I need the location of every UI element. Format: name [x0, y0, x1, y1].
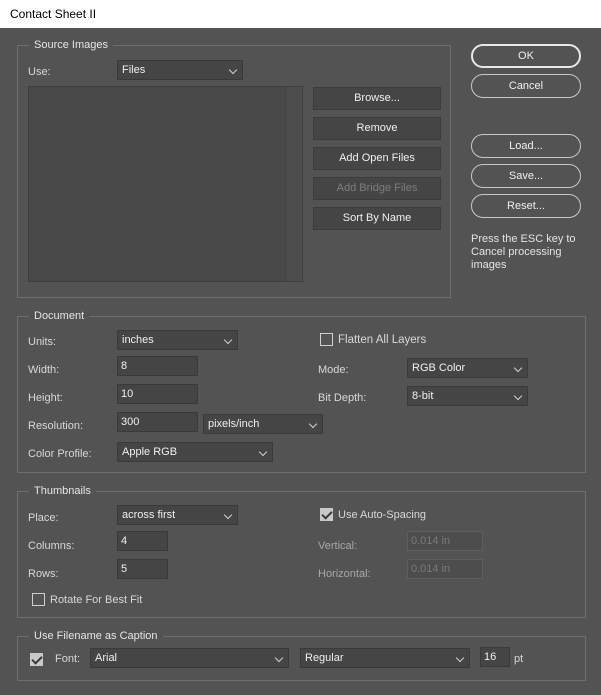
- width-field[interactable]: 8: [117, 356, 198, 376]
- width-label: Width:: [28, 364, 60, 376]
- rotate-checkbox[interactable]: [32, 593, 45, 606]
- source-files-list[interactable]: [28, 86, 303, 282]
- chevron-down-icon: [228, 65, 238, 75]
- window-title: Contact Sheet II: [0, 0, 601, 28]
- vertical-field: 0.014 in: [407, 531, 483, 551]
- font-dropdown[interactable]: Arial: [90, 648, 289, 668]
- units-dropdown[interactable]: inches: [117, 330, 238, 350]
- browse-button[interactable]: Browse...: [313, 87, 441, 110]
- add-bridge-files-button: Add Bridge Files: [313, 177, 441, 200]
- save-button[interactable]: Save...: [471, 164, 581, 188]
- use-value: Files: [122, 64, 146, 76]
- font-size-field[interactable]: 16: [480, 647, 510, 667]
- use-label: Use:: [28, 66, 51, 78]
- units-label: Units:: [28, 336, 57, 348]
- chevron-down-icon: [455, 653, 465, 663]
- horizontal-label: Horizontal:: [318, 568, 371, 580]
- mode-dropdown[interactable]: RGB Color: [407, 358, 528, 378]
- font-style-value: Regular: [305, 652, 344, 664]
- vertical-label: Vertical:: [318, 540, 358, 552]
- color-profile-value: Apple RGB: [122, 446, 178, 458]
- height-label: Height:: [28, 392, 63, 404]
- sort-by-name-button[interactable]: Sort By Name: [313, 207, 441, 230]
- units-value: inches: [122, 334, 154, 346]
- horizontal-field: 0.014 in: [407, 559, 483, 579]
- source-images-legend: Source Images: [29, 39, 113, 51]
- caption-checkbox[interactable]: [30, 653, 43, 666]
- add-open-files-button[interactable]: Add Open Files: [313, 147, 441, 170]
- font-style-dropdown[interactable]: Regular: [300, 648, 470, 668]
- load-button[interactable]: Load...: [471, 134, 581, 158]
- chevron-down-icon: [513, 391, 523, 401]
- reset-button[interactable]: Reset...: [471, 194, 581, 218]
- chevron-down-icon: [308, 419, 318, 429]
- chevron-down-icon: [223, 510, 233, 520]
- resolution-unit-value: pixels/inch: [208, 418, 260, 430]
- font-label: Font:: [55, 653, 81, 665]
- color-profile-dropdown[interactable]: Apple RGB: [117, 442, 273, 462]
- rotate-label: Rotate For Best Fit: [50, 594, 143, 606]
- chevron-down-icon: [513, 363, 523, 373]
- mode-value: RGB Color: [412, 362, 466, 374]
- resolution-field[interactable]: 300: [117, 412, 198, 432]
- thumbnails-legend: Thumbnails: [29, 485, 96, 497]
- chevron-down-icon: [223, 335, 233, 345]
- use-dropdown[interactable]: Files: [117, 60, 243, 80]
- remove-button[interactable]: Remove: [313, 117, 441, 140]
- cancel-button[interactable]: Cancel: [471, 74, 581, 98]
- mode-label: Mode:: [318, 364, 349, 376]
- font-size-unit: pt: [514, 653, 524, 665]
- rows-field[interactable]: 5: [117, 559, 168, 579]
- flatten-checkbox[interactable]: [320, 333, 333, 346]
- chevron-down-icon: [274, 653, 284, 663]
- bit-depth-value: 8-bit: [412, 390, 434, 402]
- font-value: Arial: [95, 652, 118, 664]
- height-field[interactable]: 10: [117, 384, 198, 404]
- rows-label: Rows:: [28, 568, 59, 580]
- bit-depth-label: Bit Depth:: [318, 392, 367, 404]
- columns-field[interactable]: 4: [117, 531, 168, 551]
- flatten-label: Flatten All Layers: [338, 334, 427, 346]
- list-scrollbar[interactable]: [285, 87, 302, 281]
- resolution-label: Resolution:: [28, 420, 84, 432]
- ok-button[interactable]: OK: [471, 44, 581, 68]
- document-legend: Document: [29, 310, 90, 322]
- chevron-down-icon: [258, 447, 268, 457]
- place-label: Place:: [28, 512, 59, 524]
- place-value: across first: [122, 509, 176, 521]
- place-dropdown[interactable]: across first: [117, 505, 238, 525]
- caption-legend: Use Filename as Caption: [29, 630, 163, 642]
- resolution-unit-dropdown[interactable]: pixels/inch: [203, 414, 323, 434]
- columns-label: Columns:: [28, 540, 75, 552]
- bit-depth-dropdown[interactable]: 8-bit: [407, 386, 528, 406]
- auto-spacing-checkbox[interactable]: [320, 508, 333, 521]
- esc-hint: Press the ESC key to Cancel processing i…: [471, 233, 576, 271]
- auto-spacing-label: Use Auto-Spacing: [338, 509, 427, 521]
- color-profile-label: Color Profile:: [28, 448, 92, 460]
